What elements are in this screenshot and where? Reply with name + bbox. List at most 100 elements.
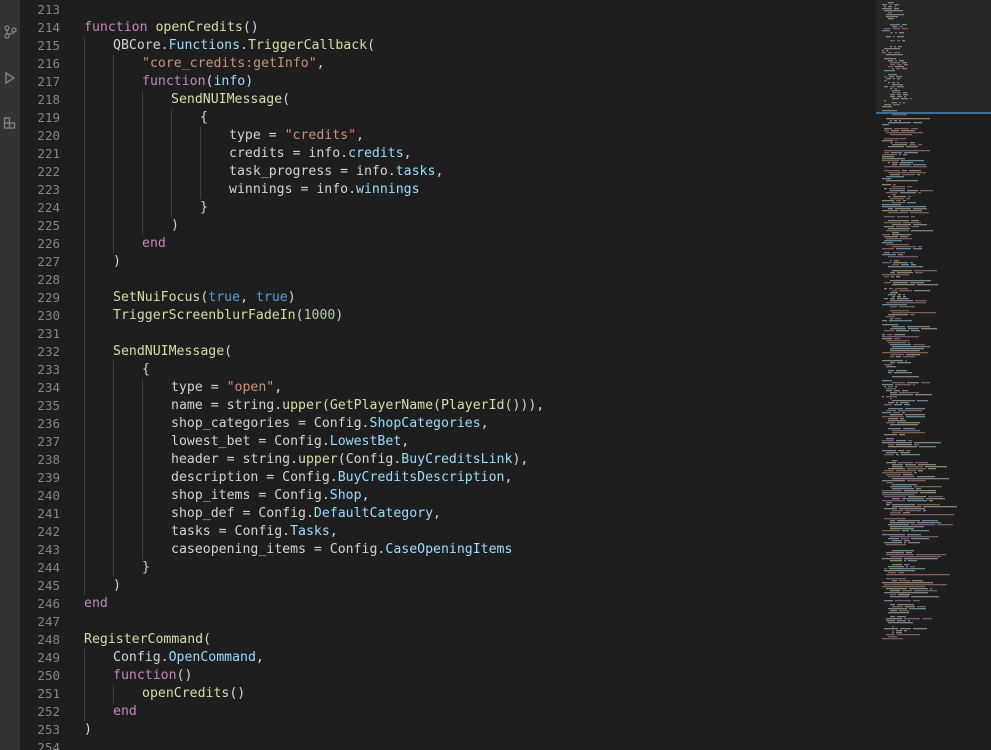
minimap-code-row — [895, 208, 911, 210]
minimap-code-row — [882, 412, 891, 414]
minimap-code-row — [913, 384, 915, 386]
minimap-code-row — [892, 186, 905, 188]
code-text: task_progress = info.tasks, — [229, 163, 443, 181]
code-line[interactable]: 242 tasks = Config.Tasks, — [20, 523, 876, 541]
code-editor[interactable]: 213 214 function openCredits() 215 QBCore.Fu… — [20, 0, 876, 750]
minimap-code-row — [886, 410, 896, 412]
code-line[interactable]: 238 header = string.upper(Config.BuyCredi… — [20, 451, 876, 469]
code-line[interactable]: 213 — [20, 1, 876, 19]
extensions-icon[interactable] — [0, 114, 20, 134]
code-line[interactable]: 245) — [20, 577, 876, 595]
code-line[interactable]: 254 — [20, 739, 876, 750]
code-line[interactable]: 247 — [20, 613, 876, 631]
code-token: true — [208, 290, 241, 305]
code-line[interactable]: 244} — [20, 559, 876, 577]
code-line[interactable]: 233 { — [20, 361, 876, 379]
minimap-code-row — [884, 152, 889, 154]
code-line[interactable]: 228 — [20, 271, 876, 289]
code-line[interactable]: 222 task_progress = info.tasks, — [20, 163, 876, 181]
minimap-code-row — [890, 142, 893, 144]
code-line[interactable]: 220 type = "credits", — [20, 127, 876, 145]
code-line[interactable]: 225) — [20, 217, 876, 235]
minimap-code-row — [907, 480, 926, 482]
minimap-code-row — [888, 370, 894, 372]
code-line[interactable]: 243 caseopening_items = Config.CaseOpenin… — [20, 541, 876, 559]
minimap-slider[interactable] — [876, 0, 991, 112]
code-line[interactable]: 252 end — [20, 703, 876, 721]
minimap-code-row — [888, 228, 910, 230]
code-token: function — [142, 74, 206, 89]
code-line[interactable]: 224} — [20, 199, 876, 217]
minimap[interactable] — [876, 0, 991, 750]
code-line[interactable]: 227) — [20, 253, 876, 271]
minimap-code-row — [888, 622, 913, 624]
code-line[interactable]: 215 QBCore.Functions.TriggerCallback( — [20, 37, 876, 55]
code-line[interactable]: 232 SendNUIMessage( — [20, 343, 876, 361]
code-line[interactable]: 218 SendNUIMessage( — [20, 91, 876, 109]
code-line[interactable]: 216 "core_credits:getInfo", — [20, 55, 876, 73]
minimap-code-row — [886, 244, 909, 246]
code-line[interactable]: 221 credits = info.credits, — [20, 145, 876, 163]
minimap-code-row — [892, 460, 897, 462]
code-token: ) — [113, 254, 121, 269]
source-control-icon[interactable] — [0, 22, 20, 42]
minimap-code-row — [882, 638, 903, 640]
line-number: 254 — [37, 740, 60, 750]
minimap-code-row — [886, 180, 918, 182]
code-line[interactable]: 235 name = string.upper(GetPlayerName(Pla… — [20, 397, 876, 415]
code-token: function — [84, 20, 148, 35]
code-line[interactable]: 230 TriggerScreenblurFadeIn(1000) — [20, 307, 876, 325]
code-token: , — [403, 146, 412, 161]
line-number: 250 — [37, 668, 60, 683]
code-line[interactable]: 223 winnings = info.winnings — [20, 181, 876, 199]
code-line[interactable]: 229 SetNuiFocus(true, true) — [20, 289, 876, 307]
minimap-code-row — [882, 160, 899, 162]
code-line[interactable]: 241 shop_def = Config.DefaultCategory, — [20, 505, 876, 523]
code-line[interactable]: 217 function(info) — [20, 73, 876, 91]
minimap-code-row — [882, 254, 896, 256]
minimap-code-row — [886, 502, 892, 504]
minimap-code-row — [903, 222, 921, 224]
run-debug-icon[interactable] — [0, 68, 20, 88]
code-token: name = string. — [171, 398, 283, 413]
code-line[interactable]: 214 function openCredits() — [20, 19, 876, 37]
minimap-code-row — [882, 534, 905, 536]
code-line[interactable]: 237 lowest_bet = Config.LowestBet, — [20, 433, 876, 451]
code-token: CaseOpeningItems — [385, 542, 513, 557]
code-line[interactable]: 234 type = "open", — [20, 379, 876, 397]
code-line[interactable]: 239 description = Config.BuyCreditsDescri… — [20, 469, 876, 487]
minimap-code-row — [925, 466, 947, 468]
code-line[interactable]: 253) — [20, 721, 876, 739]
indent-guide — [84, 649, 85, 721]
code-line[interactable]: 226 end — [20, 235, 876, 253]
code-line[interactable]: 246 end — [20, 595, 876, 613]
code-line[interactable]: 240 shop_items = Config.Shop, — [20, 487, 876, 505]
code-line[interactable]: 250 function() — [20, 667, 876, 685]
indent-guide — [113, 685, 114, 703]
minimap-code-row — [920, 492, 936, 494]
minimap-code-row — [896, 454, 899, 456]
minimap-code-row — [887, 334, 892, 336]
minimap-code-row — [896, 226, 909, 228]
code-token: } — [142, 560, 150, 575]
minimap-code-row — [910, 262, 913, 264]
minimap-code-row — [898, 410, 922, 412]
minimap-code-row — [884, 496, 906, 498]
code-line[interactable]: 251 openCredits() — [20, 685, 876, 703]
code-line[interactable]: 231 — [20, 325, 876, 343]
minimap-code-row — [899, 154, 901, 156]
minimap-code-row — [917, 522, 941, 524]
minimap-code-row — [890, 354, 904, 356]
minimap-code-row — [914, 444, 919, 446]
code-token: lowest_bet = Config. — [171, 434, 330, 449]
minimap-code-row — [896, 200, 901, 202]
minimap-code-row — [884, 470, 894, 472]
code-line[interactable]: 236 shop_categories = Config.ShopCategori… — [20, 415, 876, 433]
code-token: BuyCreditsLink — [401, 452, 513, 467]
code-line[interactable]: 248 RegisterCommand( — [20, 631, 876, 649]
minimap-code-row — [884, 508, 897, 510]
minimap-code-row — [905, 414, 925, 416]
code-line[interactable]: 249 Config.OpenCommand, — [20, 649, 876, 667]
code-text: function(info) — [142, 73, 253, 91]
code-line[interactable]: 219 { — [20, 109, 876, 127]
